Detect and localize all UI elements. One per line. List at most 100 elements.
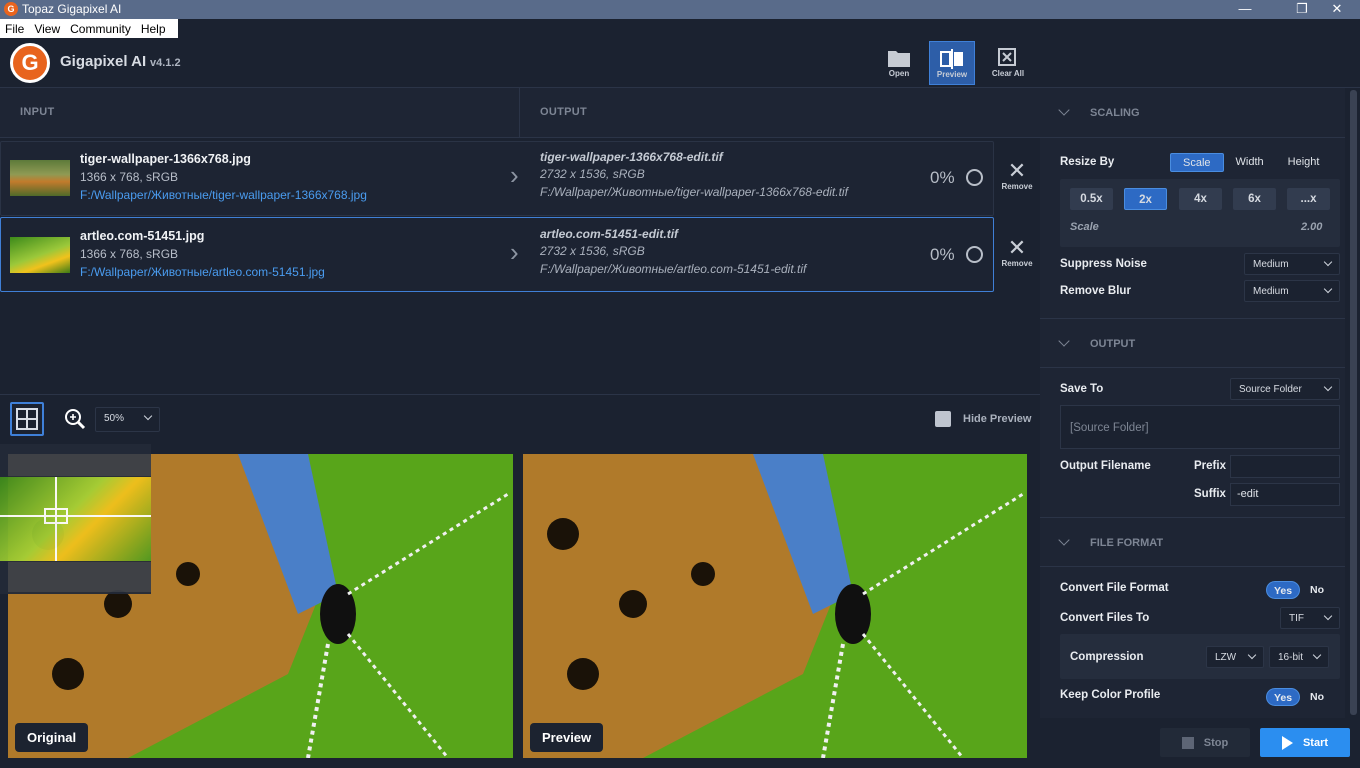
start-button[interactable]: Start — [1260, 728, 1350, 757]
input-file-path[interactable]: F:/Wallpaper/Животные/tiger-wallpaper-13… — [80, 188, 367, 202]
progress-percent: 0% — [930, 168, 955, 187]
play-icon — [1281, 735, 1293, 750]
compression-select[interactable]: LZW — [1206, 646, 1264, 668]
scaling-section-header[interactable]: SCALING — [1040, 88, 1345, 138]
input-file-dims: 1366 x 768, sRGB — [80, 247, 179, 261]
chevron-down-icon — [1247, 650, 1257, 660]
chevron-down-icon — [1323, 382, 1333, 392]
remove-button[interactable]: ✕ Remove — [998, 235, 1036, 269]
suppress-noise-select[interactable]: Medium — [1244, 253, 1340, 275]
chevron-right-icon: › — [510, 237, 519, 267]
preview-label: Preview — [530, 723, 604, 752]
menu-view[interactable]: View — [29, 22, 65, 36]
prefix-input[interactable] — [1230, 455, 1340, 478]
navigator-viewport[interactable] — [44, 508, 68, 524]
scale-0.5x-button[interactable]: 0.5x — [1070, 188, 1113, 210]
chevron-down-icon — [1323, 611, 1333, 621]
suffix-input[interactable]: -edit — [1230, 483, 1340, 506]
convert-format-yes[interactable]: Yes — [1266, 581, 1300, 599]
keep-profile-toggle: Yes No — [1266, 688, 1334, 706]
menu-community[interactable]: Community — [65, 22, 136, 36]
keep-profile-no[interactable]: No — [1300, 688, 1334, 706]
title-bar: G Topaz Gigapixel AI — ❐ ✕ — [0, 0, 1360, 19]
input-file-dims: 1366 x 768, sRGB — [80, 170, 179, 184]
chevron-down-icon — [1323, 257, 1333, 267]
output-section-header[interactable]: OUTPUT — [1040, 318, 1345, 368]
scale-value[interactable]: 2.00 — [1301, 221, 1322, 233]
menu-file[interactable]: File — [0, 22, 29, 36]
input-column-header: INPUT — [0, 88, 520, 138]
app-name: Gigapixel AI — [60, 53, 147, 70]
convert-to-select[interactable]: TIF — [1280, 607, 1340, 629]
minimize-button[interactable]: — — [1222, 0, 1268, 19]
status-circle-icon — [966, 169, 983, 186]
close-icon: ✕ — [1007, 235, 1027, 260]
output-column-header: OUTPUT — [520, 88, 1040, 138]
scale-4x-button[interactable]: 4x — [1179, 188, 1222, 210]
output-file-path: F:/Wallpaper/Животные/tiger-wallpaper-13… — [540, 185, 848, 199]
output-file-name: artleo.com-51451-edit.tif — [540, 227, 679, 241]
keep-profile-label: Keep Color Profile — [1060, 689, 1161, 701]
menu-bar: File View Community Help — [0, 19, 178, 38]
zoom-select[interactable]: 50% — [95, 407, 160, 432]
preview-image[interactable] — [523, 454, 1027, 758]
chevron-down-icon — [1058, 335, 1070, 347]
convert-format-toggle: Yes No — [1266, 581, 1334, 599]
prefix-label: Prefix — [1194, 460, 1226, 472]
menu-help[interactable]: Help — [136, 22, 171, 36]
close-window-button[interactable]: ✕ — [1314, 0, 1360, 19]
app-icon: G — [4, 2, 18, 16]
progress-percent: 0% — [930, 245, 955, 264]
mode-height[interactable]: Height — [1276, 153, 1332, 172]
chevron-down-icon — [1058, 534, 1070, 546]
save-to-label: Save To — [1060, 383, 1104, 395]
convert-format-no[interactable]: No — [1300, 581, 1334, 599]
resize-by-label: Resize By — [1060, 156, 1115, 168]
remove-blur-select[interactable]: Medium — [1244, 280, 1340, 302]
output-file-path: F:/Wallpaper/Животные/artleo.com-51451-e… — [540, 262, 807, 276]
close-icon: ✕ — [1007, 158, 1027, 183]
keep-profile-yes[interactable]: Yes — [1266, 688, 1300, 706]
suffix-label: Suffix — [1194, 488, 1226, 500]
resize-mode-toggle: Scale Width Height — [1170, 153, 1331, 172]
app-version: v4.1.2 — [150, 57, 181, 69]
chevron-down-icon — [143, 411, 153, 421]
file-format-section-header[interactable]: FILE FORMAT — [1040, 517, 1345, 567]
hide-preview-label[interactable]: Hide Preview — [963, 413, 1031, 425]
input-file-path[interactable]: F:/Wallpaper/Животные/artleo.com-51451.j… — [80, 265, 325, 279]
navigator-thumbnail — [0, 477, 151, 561]
save-to-select[interactable]: Source Folder — [1230, 378, 1340, 400]
mode-scale[interactable]: Scale — [1170, 153, 1224, 172]
tiger-thumbnail — [10, 160, 70, 196]
preview-button[interactable]: Preview — [929, 41, 975, 85]
scale-6x-button[interactable]: 6x — [1233, 188, 1276, 210]
compression-label: Compression — [1070, 651, 1144, 663]
bit-depth-select[interactable]: 16-bit — [1269, 646, 1329, 668]
butterfly-thumbnail — [10, 237, 70, 273]
clear-all-button[interactable]: Clear All — [985, 41, 1031, 85]
status-circle-icon — [966, 246, 983, 263]
stop-button[interactable]: Stop — [1160, 728, 1250, 757]
suppress-noise-label: Suppress Noise — [1060, 258, 1147, 270]
remove-button[interactable]: ✕ Remove — [998, 158, 1036, 192]
settings-scrollbar[interactable] — [1347, 88, 1360, 718]
convert-format-label: Convert File Format — [1060, 582, 1169, 594]
navigator-panel[interactable] — [0, 444, 151, 594]
scale-2x-button[interactable]: 2x — [1124, 188, 1167, 210]
hide-preview-icon[interactable] — [935, 411, 951, 427]
chevron-down-icon — [1058, 104, 1070, 116]
convert-to-label: Convert Files To — [1060, 612, 1150, 624]
mode-width[interactable]: Width — [1224, 153, 1276, 172]
navigator-icon — [16, 408, 38, 430]
input-file-name: artleo.com-51451.jpg — [80, 229, 205, 243]
app-header — [0, 38, 1360, 88]
split-view-icon — [930, 48, 974, 70]
scale-custom-button[interactable]: ...x — [1287, 188, 1330, 210]
output-folder-field[interactable]: [Source Folder] — [1060, 405, 1340, 449]
navigator-toggle-button[interactable] — [10, 402, 44, 436]
gigapixel-logo: G — [10, 43, 50, 83]
open-button[interactable]: Open — [876, 41, 922, 85]
zoom-in-icon[interactable] — [64, 408, 86, 435]
output-filename-label: Output Filename — [1060, 460, 1151, 472]
chevron-down-icon — [1312, 650, 1322, 660]
